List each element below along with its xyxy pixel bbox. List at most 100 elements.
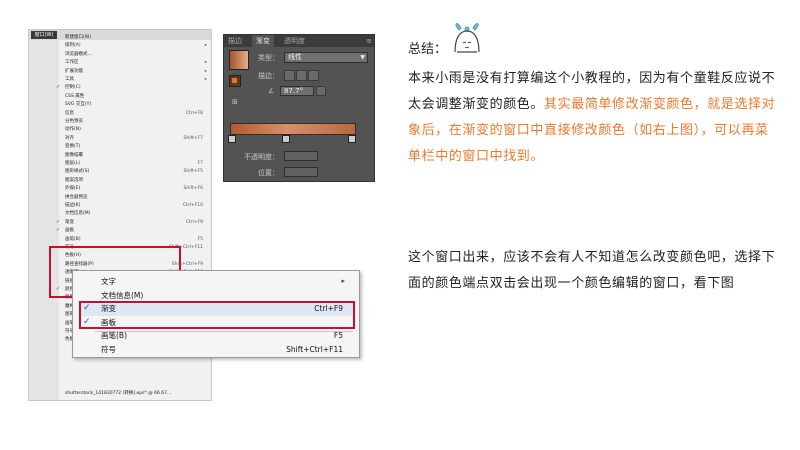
opacity-input[interactable] bbox=[284, 151, 318, 161]
summary-paragraph: 本来小雨是没有打算编这个小教程的，因为有个童鞋反应说不太会调整渐变的颜色。其实最… bbox=[408, 66, 778, 170]
menu-item-label: 画板 bbox=[65, 228, 74, 234]
menu-item[interactable]: 图层(L) F7 bbox=[65, 160, 209, 167]
gradient-slider[interactable] bbox=[230, 123, 356, 135]
instruction-paragraph: 这个窗口出来，应该不会有人不知道怎么改变颜色吧，选择下面的颜色端点双击会出现一个… bbox=[408, 250, 776, 291]
menu-item[interactable]: 控制(C) ✓ bbox=[56, 84, 209, 91]
stroke-option-3[interactable] bbox=[308, 70, 319, 81]
menu-item-shortcut: F5 bbox=[197, 236, 203, 242]
menu-item-label: 渐变 bbox=[65, 219, 74, 225]
menu-item-shortcut: Ctrl+F8 bbox=[185, 110, 203, 116]
menu-item-label: 对齐 bbox=[65, 135, 74, 141]
gradient-swatch[interactable] bbox=[229, 50, 249, 70]
menu-item[interactable]: 浏览器模式… bbox=[65, 51, 209, 58]
panel-tabs: 描边 渐变 透明度 ≡ bbox=[224, 35, 374, 47]
tab-gradient[interactable]: 渐变 bbox=[252, 35, 274, 47]
tab-transparency[interactable]: 透明度 bbox=[284, 35, 305, 47]
aspect-icon: ⊞ bbox=[232, 98, 238, 106]
menu-item-label: 分色预览 bbox=[65, 119, 83, 124]
menu-item[interactable]: 渐变 ✓ Ctrl+F9 bbox=[56, 219, 209, 226]
menu-item-label: 外观(E) bbox=[65, 186, 81, 192]
menu-item[interactable]: 新建窗口(W) bbox=[65, 34, 209, 41]
menu-item-label: 新建窗口(W) bbox=[65, 35, 91, 40]
gradient-stop-left[interactable] bbox=[228, 135, 236, 143]
menu-item[interactable]: 扩展功能 ▸ bbox=[65, 68, 209, 75]
summary-heading: 总结： bbox=[408, 42, 448, 57]
fill-stroke-icon[interactable] bbox=[229, 75, 241, 87]
menu-item-label: 描边(K) bbox=[65, 203, 81, 208]
menu-item-label: 变换(T) bbox=[65, 144, 81, 150]
menu-item[interactable]: 动作(N) bbox=[65, 126, 209, 133]
location-input[interactable] bbox=[284, 167, 318, 177]
menu-item[interactable]: 分色预览 bbox=[65, 118, 209, 125]
menu-item-shortcut: Shift+F5 bbox=[183, 169, 203, 175]
menu-item-label: 图案选项 bbox=[65, 177, 83, 183]
menu-item-label: 图形样式(S) bbox=[65, 169, 90, 175]
menu-item[interactable]: 排列(A) ▸ bbox=[65, 42, 209, 49]
menu-item-label: 文字 bbox=[101, 277, 116, 286]
menu-item[interactable]: 画板 ✓ bbox=[56, 227, 209, 234]
menu-item-shortcut: Ctrl+F9 bbox=[185, 219, 203, 225]
menu-item-shortcut: Shift+F6 bbox=[183, 186, 203, 192]
menu-item[interactable]: 拼合器预览 bbox=[65, 194, 209, 201]
menu-item[interactable]: 变换(T) bbox=[65, 143, 209, 150]
menu-item[interactable]: 符号 Shift+Ctrl+F11 bbox=[101, 342, 351, 357]
stroke-option-2[interactable] bbox=[296, 70, 307, 81]
angle-dropdown-button[interactable] bbox=[316, 86, 326, 96]
gradient-stop-mid[interactable] bbox=[282, 135, 290, 143]
tab-stroke[interactable]: 描边 bbox=[228, 35, 242, 47]
menu-item[interactable]: 工作区 ▸ bbox=[65, 59, 209, 66]
menu-item[interactable]: 对齐 Shift+F7 bbox=[65, 135, 209, 142]
menu-footer[interactable]: shutterstock_141830772 [转换].eps* @ 66.67… bbox=[65, 390, 209, 397]
angle-input[interactable]: 87.7° bbox=[280, 86, 314, 96]
chevron-down-icon: ▼ bbox=[360, 54, 365, 61]
gradient-panel: 描边 渐变 透明度 ≡ 类型： 线性 ▼ 描边： ∠ 87.7° ⊞ 不透明度：… bbox=[223, 34, 375, 182]
gradient-stop-right[interactable] bbox=[348, 135, 356, 143]
menu-item[interactable]: SVG 交互(Y) bbox=[65, 101, 209, 108]
submenu-arrow-icon: ▸ bbox=[204, 43, 207, 49]
menu-item-label: 文档信息(M) bbox=[65, 211, 91, 217]
stroke-option-1[interactable] bbox=[284, 70, 295, 81]
menu-item-label: 画笔(B) bbox=[65, 236, 81, 242]
panel-menu-icon[interactable]: ≡ bbox=[366, 35, 372, 47]
menu-item[interactable]: 图像描摹 bbox=[65, 152, 209, 159]
menu-item-label: 画板 bbox=[101, 317, 116, 327]
menu-item-label: 动作(N) bbox=[65, 127, 81, 133]
menu-item-label: 图像描摹 bbox=[65, 152, 83, 158]
menu-item-shortcut: Shift+Ctrl+F11 bbox=[286, 344, 343, 354]
menu-item-label: 图层(L) bbox=[65, 161, 81, 166]
type-dropdown[interactable]: 线性 ▼ bbox=[284, 52, 368, 63]
menu-item-label: CSS 属性 bbox=[65, 93, 85, 99]
checkmark-icon: ✓ bbox=[56, 84, 61, 91]
menu-title[interactable]: 窗口(W) bbox=[31, 31, 57, 39]
angle-icon: ∠ bbox=[268, 87, 275, 95]
menu-item-label: 符号 bbox=[101, 344, 116, 354]
location-label: 位置： bbox=[258, 169, 279, 177]
menu-item[interactable]: 图形样式(S) Shift+F5 bbox=[65, 168, 209, 175]
cartoon-face-icon bbox=[454, 23, 480, 53]
checkmark-icon: ✓ bbox=[56, 218, 61, 225]
zoomed-menu-callout: 文字 ▸ 文档信息(M) 渐变 ✓ Ctrl+F9 画板 ✓ 画笔(B) F5 符号 Shift+Ct… bbox=[72, 270, 360, 358]
menu-item[interactable]: 工具 ▸ bbox=[65, 76, 209, 83]
menu-item[interactable]: 描边(K) Ctrl+F10 bbox=[65, 202, 209, 209]
menu-item-label: 渐变 bbox=[101, 304, 116, 313]
menu-item[interactable]: 文档信息(M) bbox=[65, 210, 209, 217]
menu-item-label: SVG 交互(Y) bbox=[65, 102, 92, 108]
menu-item-label: 工具 bbox=[65, 77, 74, 82]
menu-item[interactable]: CSS 属性 bbox=[65, 93, 209, 100]
type-label: 类型： bbox=[258, 54, 279, 62]
menu-item-label: 排列(A) bbox=[65, 43, 81, 49]
menu-item[interactable]: 外观(E) Shift+F6 bbox=[65, 185, 209, 192]
menu-item-label: 控制(C) bbox=[65, 85, 81, 91]
menu-item-label: 拼合器预览 bbox=[65, 194, 88, 200]
menu-item-label: 文档信息(M) bbox=[101, 290, 144, 300]
menu-item-label: 扩展功能 bbox=[65, 68, 83, 74]
checkmark-icon: ✓ bbox=[56, 227, 61, 234]
checkmark-icon: ✓ bbox=[83, 316, 91, 327]
submenu-arrow-icon: ▸ bbox=[204, 60, 207, 66]
opacity-label: 不透明度： bbox=[244, 153, 279, 161]
menu-item[interactable]: 画笔(B) F5 bbox=[65, 236, 209, 243]
menu-item-shortcut: Shift+F7 bbox=[183, 135, 203, 141]
menu-item[interactable]: 图案选项 bbox=[65, 177, 209, 184]
stroke-label: 描边： bbox=[258, 72, 279, 80]
menu-item[interactable]: 信息 Ctrl+F8 bbox=[65, 110, 209, 117]
